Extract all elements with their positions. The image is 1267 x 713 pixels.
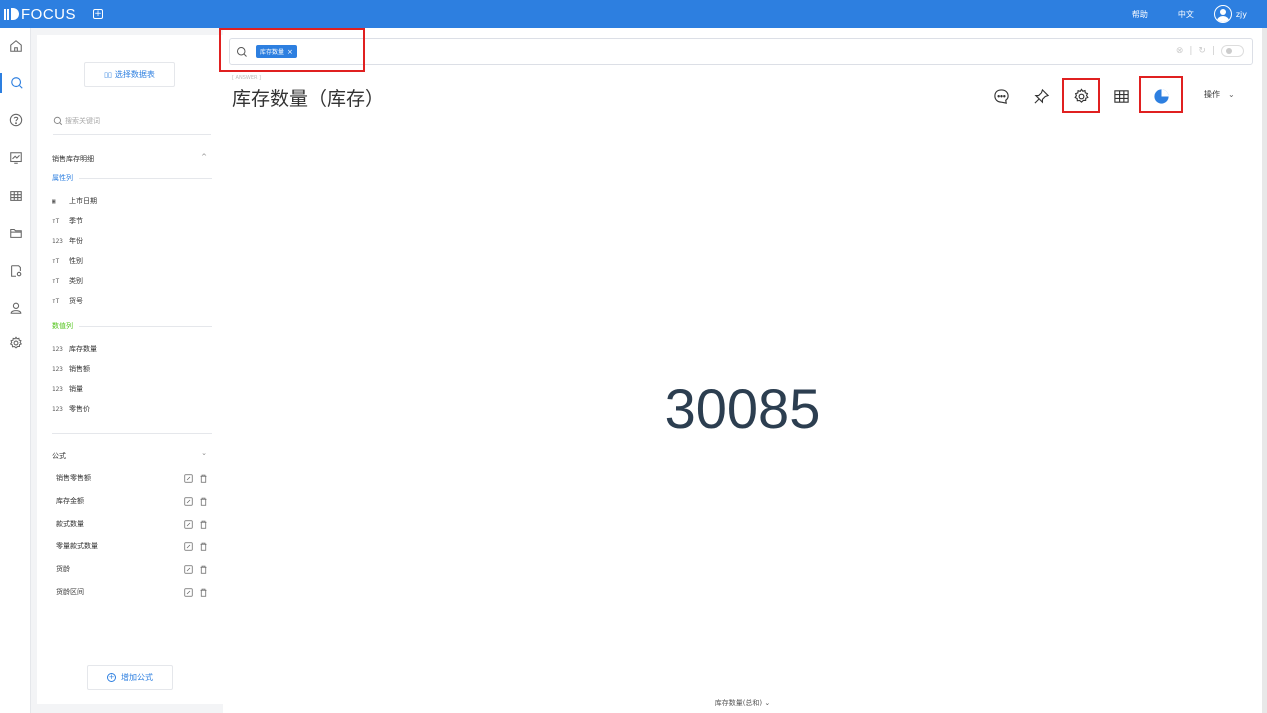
measure-columns-label: 数值列 xyxy=(52,321,212,331)
formula-item[interactable]: 库存金额 xyxy=(56,496,208,506)
formula-item[interactable]: 款式数量 xyxy=(56,519,208,529)
answer-tag: [ ANSWER ] xyxy=(232,75,261,81)
mode-toggle[interactable] xyxy=(1221,45,1244,57)
divider xyxy=(52,433,212,434)
refresh-icon[interactable]: ↻ xyxy=(1198,46,1206,56)
highlight-box xyxy=(1062,78,1100,113)
chevron-down-icon[interactable]: ⌄ xyxy=(201,449,207,457)
scrollbar[interactable] xyxy=(1262,28,1267,713)
text-type-icon: тT xyxy=(52,297,60,305)
choose-table-button[interactable]: ▯▯ 选择数据表 xyxy=(84,62,175,87)
formula-section-title[interactable]: 公式 xyxy=(52,451,66,461)
column-item[interactable]: 123 年份 xyxy=(52,236,83,246)
number-type-icon: 123 xyxy=(52,405,63,413)
attribute-columns-label: 属性列 xyxy=(52,173,212,183)
left-nav xyxy=(0,28,31,713)
edit-icon[interactable] xyxy=(184,496,193,506)
column-item[interactable]: 123 零售价 xyxy=(52,404,90,414)
help-link[interactable]: 帮助 xyxy=(1132,9,1148,20)
number-type-icon: 123 xyxy=(52,385,63,393)
delete-icon[interactable] xyxy=(199,497,208,506)
logo-text: FOCUS xyxy=(21,5,76,23)
search-bar[interactable]: 库存数量 × ⊗ | ↻ | xyxy=(229,38,1253,65)
delete-icon[interactable] xyxy=(199,565,208,574)
formula-item[interactable]: 货龄 xyxy=(56,564,208,574)
number-type-icon: 123 xyxy=(52,345,63,353)
edit-icon[interactable] xyxy=(184,564,193,574)
chevron-down-icon: ⌄ xyxy=(764,699,771,707)
column-item[interactable]: ▣ 上市日期 xyxy=(52,196,97,206)
aggregation-label: 库存数量(总和) xyxy=(714,699,763,707)
formula-item[interactable]: 货龄区间 xyxy=(56,587,208,597)
edit-icon[interactable] xyxy=(184,473,193,483)
number-type-icon: 123 xyxy=(52,237,63,245)
delete-icon[interactable] xyxy=(199,520,208,529)
delete-icon[interactable] xyxy=(199,474,208,483)
folder-icon[interactable] xyxy=(0,223,31,243)
kpi-value: 30085 xyxy=(664,377,821,440)
text-type-icon: тT xyxy=(52,217,60,225)
table-icon[interactable] xyxy=(0,186,31,206)
top-bar: FOCUS + 帮助 中文 zjy xyxy=(0,0,1267,28)
keyword-search-input[interactable]: 搜索关键词 xyxy=(53,107,211,135)
number-type-icon: 123 xyxy=(52,365,63,373)
formula-item[interactable]: 零量款式数量 xyxy=(56,541,208,551)
highlight-box xyxy=(1139,76,1183,113)
new-tab-icon[interactable]: + xyxy=(93,9,103,19)
plus-circle-icon: + xyxy=(107,673,116,682)
clear-icon[interactable]: ⊗ xyxy=(1176,46,1184,56)
main-area: 库存数量 × ⊗ | ↻ | [ ANSWER ] 库存数量（库存） 操作 ⌄ … xyxy=(219,28,1262,713)
edit-icon[interactable] xyxy=(184,519,193,529)
table-select-icon: ▯▯ xyxy=(104,70,112,79)
column-item[interactable]: 123 库存数量 xyxy=(52,344,97,354)
user-icon[interactable] xyxy=(0,298,31,318)
edit-icon[interactable] xyxy=(184,541,193,551)
add-formula-button[interactable]: + 增加公式 xyxy=(87,665,173,690)
settings-icon[interactable] xyxy=(0,333,31,353)
text-type-icon: тT xyxy=(52,257,60,265)
home-icon[interactable] xyxy=(0,36,31,56)
delete-icon[interactable] xyxy=(199,542,208,551)
separator: | xyxy=(1211,46,1215,56)
focus-logo[interactable]: FOCUS xyxy=(4,6,76,23)
formula-item[interactable]: 销售零售额 xyxy=(56,473,208,483)
keyword-search-placeholder: 搜索关键词 xyxy=(65,116,100,125)
table-name[interactable]: 销售库存明细 xyxy=(52,154,94,164)
search-icon[interactable] xyxy=(0,73,31,93)
column-item[interactable]: тT 货号 xyxy=(52,296,83,306)
user-name[interactable]: zjy xyxy=(1236,10,1247,19)
add-formula-label: 增加公式 xyxy=(121,673,153,682)
chevron-up-icon[interactable]: ^ xyxy=(201,153,207,161)
separator: | xyxy=(1189,46,1193,56)
highlight-box xyxy=(219,28,365,72)
logo-icon xyxy=(4,8,19,20)
dashboard-icon[interactable] xyxy=(0,148,31,168)
edit-icon[interactable] xyxy=(184,587,193,597)
data-settings-icon[interactable] xyxy=(0,261,31,281)
text-type-icon: тT xyxy=(52,277,60,285)
column-item[interactable]: тT 类别 xyxy=(52,276,83,286)
table-view-icon[interactable] xyxy=(1111,86,1131,106)
measure-aggregation-selector[interactable]: 库存数量(总和) ⌄ xyxy=(223,698,1262,708)
column-item[interactable]: 123 销售额 xyxy=(52,364,90,374)
column-item[interactable]: тT 季节 xyxy=(52,216,83,226)
avatar[interactable] xyxy=(1213,5,1232,23)
delete-icon[interactable] xyxy=(199,588,208,597)
comment-icon[interactable] xyxy=(991,86,1011,106)
operations-menu[interactable]: 操作 ⌄ xyxy=(1204,89,1235,100)
search-icon xyxy=(53,116,63,125)
operations-label: 操作 xyxy=(1204,90,1220,99)
language-switch[interactable]: 中文 xyxy=(1178,9,1194,20)
calendar-icon: ▣ xyxy=(52,197,56,205)
data-panel: ▯▯ 选择数据表 搜索关键词 销售库存明细 ^ 属性列 ▣ 上市日期 тT 季节 1… xyxy=(37,35,223,704)
column-item[interactable]: тT 性别 xyxy=(52,256,83,266)
help-icon[interactable] xyxy=(0,110,31,130)
pin-icon[interactable] xyxy=(1031,86,1051,106)
column-item[interactable]: 123 销量 xyxy=(52,384,83,394)
chevron-down-icon: ⌄ xyxy=(1228,90,1235,99)
choose-table-label: 选择数据表 xyxy=(114,70,155,79)
